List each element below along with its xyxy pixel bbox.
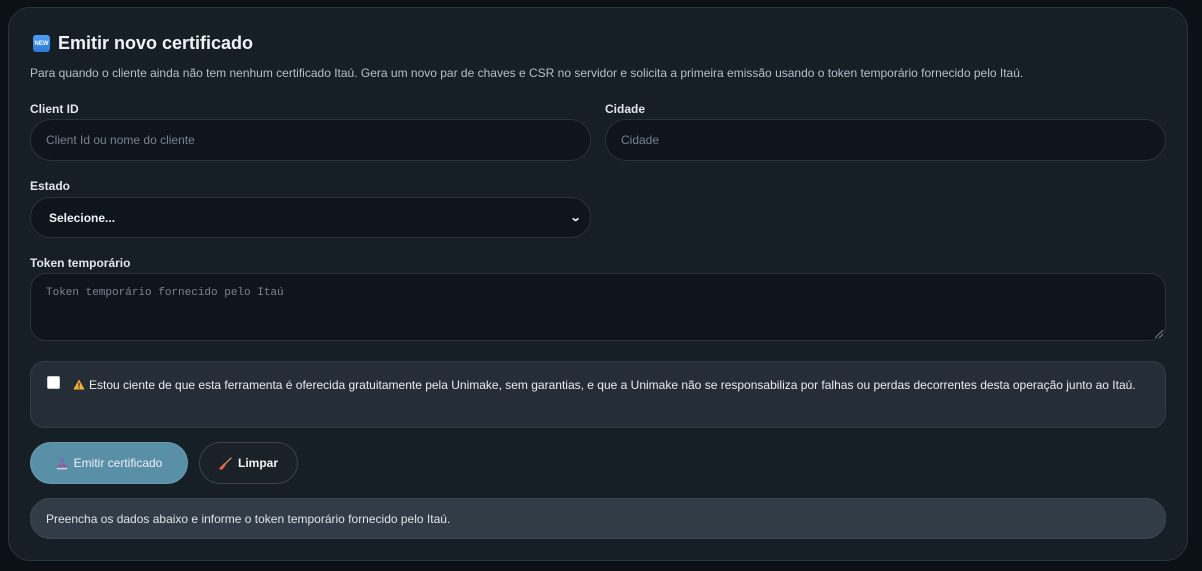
client-id-label: Client ID — [30, 102, 79, 116]
disclaimer-text: Estou ciente de que esta ferramenta é of… — [89, 378, 1136, 392]
broom-icon — [219, 456, 232, 469]
emit-certificate-label: Emitir certificado — [73, 456, 163, 470]
card-description: Para quando o cliente ainda não tem nenh… — [30, 66, 1024, 80]
status-message: Preencha os dados abaixo e informe o tok… — [46, 511, 451, 526]
resize-handle-icon[interactable] — [1155, 330, 1163, 338]
stamp-icon — [56, 457, 67, 469]
clear-label: Limpar — [237, 456, 278, 470]
warning-icon — [73, 379, 85, 390]
card-title: NEW Emitir novo certificado — [33, 33, 253, 54]
disclaimer-box: Estou ciente de que esta ferramenta é of… — [30, 361, 1166, 428]
estado-label: Estado — [30, 179, 71, 193]
new-icon: NEW — [33, 35, 50, 52]
token-label: Token temporário — [30, 256, 131, 270]
estado-selected-value: Selecione... — [49, 210, 116, 225]
estado-select[interactable]: Selecione... ⌄ — [30, 197, 591, 238]
disclaimer-text-wrapper: Estou ciente de que esta ferramenta é of… — [73, 374, 1143, 396]
cidade-label: Cidade — [605, 102, 646, 116]
emit-certificate-button[interactable]: Emitir certificado — [30, 442, 188, 484]
chevron-down-icon: ⌄ — [569, 212, 582, 224]
token-textarea[interactable] — [30, 273, 1166, 341]
issue-certificate-card: NEW Emitir novo certificado Para quando … — [8, 7, 1188, 561]
cidade-input[interactable] — [605, 119, 1166, 161]
client-id-input[interactable] — [30, 119, 591, 161]
card-title-text: Emitir novo certificado — [58, 33, 254, 53]
disclaimer-checkbox[interactable] — [47, 376, 60, 389]
clear-button[interactable]: Limpar — [199, 442, 298, 484]
status-message-bar: Preencha os dados abaixo e informe o tok… — [30, 498, 1166, 539]
